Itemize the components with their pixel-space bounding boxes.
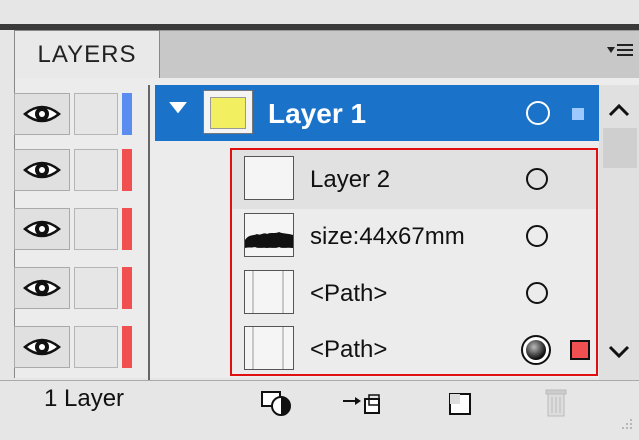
visibility-toggle[interactable] [14, 93, 70, 135]
lock-toggle[interactable] [74, 208, 118, 250]
delete-layer-button[interactable] [536, 388, 576, 418]
layer1-label: Layer 1 [268, 98, 367, 129]
row-controls [6, 318, 146, 374]
row-controls [6, 141, 146, 197]
target-circle[interactable] [526, 101, 550, 125]
visibility-toggle[interactable] [14, 326, 70, 368]
visibility-toggle[interactable] [14, 267, 70, 309]
lock-toggle[interactable] [74, 267, 118, 309]
move-to-layer-icon [343, 394, 380, 414]
lock-toggle[interactable] [74, 149, 118, 191]
new-layer-icon [449, 393, 471, 415]
layer1-controls [6, 85, 146, 141]
selection-indicator [572, 108, 584, 120]
eye-icon [23, 220, 61, 238]
locate-object-icon [261, 391, 291, 416]
layer-swatch [210, 97, 246, 129]
row-controls [6, 200, 146, 256]
chevron-up-icon [608, 103, 630, 117]
panel-menu-icon [605, 40, 635, 67]
move-to-layer-button[interactable] [338, 388, 384, 418]
eye-icon [23, 161, 61, 179]
trash-icon [545, 389, 567, 417]
layer1-thumbnail [203, 90, 253, 134]
eye-icon [23, 105, 61, 123]
visibility-toggle[interactable] [14, 149, 70, 191]
lock-toggle[interactable] [74, 93, 118, 135]
eye-icon [23, 279, 61, 297]
layers-panel: LAYERS Layer 1 Layer 2 size:44x67mm <Pat… [0, 0, 639, 440]
layer-color-bar [122, 267, 132, 309]
top-bar [0, 0, 639, 30]
resize-grip-icon[interactable] [617, 414, 633, 430]
highlight-box [230, 148, 598, 376]
layer-color-bar [122, 149, 132, 191]
scroll-up-button[interactable] [601, 90, 637, 130]
visibility-toggle[interactable] [14, 208, 70, 250]
expand-toggle[interactable] [164, 98, 192, 124]
scroll-thumb[interactable] [603, 128, 637, 168]
triangle-down-icon [164, 100, 192, 117]
locate-object-button[interactable] [256, 388, 296, 418]
tab-bar [160, 30, 639, 78]
tab-layers[interactable]: LAYERS [14, 30, 160, 78]
lock-toggle[interactable] [74, 326, 118, 368]
eye-icon [23, 338, 61, 356]
layer-color-bar [122, 208, 132, 250]
new-layer-button[interactable] [440, 388, 480, 418]
layer-color-bar [122, 326, 132, 368]
scroll-down-button[interactable] [601, 332, 637, 372]
layer-color-bar [122, 93, 132, 135]
row-controls [6, 259, 146, 315]
panel-menu-button[interactable] [595, 39, 635, 67]
chevron-down-icon [608, 345, 630, 359]
layer-count: 1 Layer [44, 385, 125, 412]
